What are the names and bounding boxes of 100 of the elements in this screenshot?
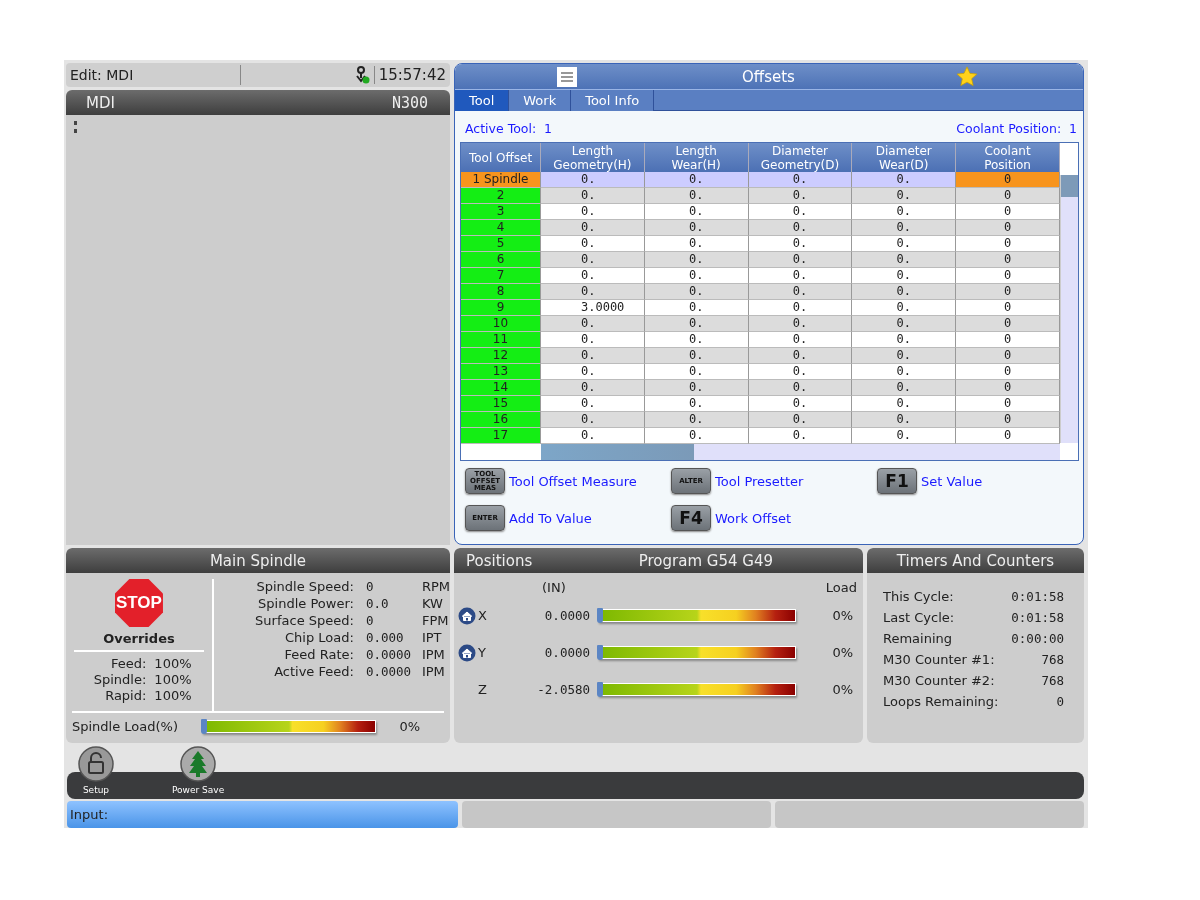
timer-value: 768 [1041, 673, 1064, 690]
axis-label: Y [478, 645, 487, 660]
timer-value: 0:01:58 [1011, 589, 1064, 606]
table-row[interactable]: 16 0. 0. 0. 0. 0 [461, 412, 1060, 429]
table-cell: 0. [644, 412, 749, 429]
cursor-icon [74, 121, 80, 133]
active-tool: Active Tool: 1 [465, 121, 553, 136]
table-row[interactable]: 7 0. 0. 0. 0. 0 [461, 268, 1060, 285]
timer-value: 0:01:58 [1011, 610, 1064, 627]
star-icon[interactable] [956, 65, 978, 88]
table-cell: 0 [956, 268, 1060, 285]
table-cell: 0. [644, 268, 749, 285]
table-cell: 0. [644, 396, 749, 413]
table-cell: 0 [956, 220, 1060, 237]
table-row[interactable]: 3 0. 0. 0. 0. 0 [461, 204, 1060, 221]
table-row[interactable]: 6 0. 0. 0. 0. 0 [461, 252, 1060, 269]
table-row[interactable]: 9 3.0000 0. 0. 0. 0 [461, 300, 1060, 317]
menu-icon[interactable] [557, 66, 577, 87]
reading-label: Chip Load: [284, 630, 354, 647]
table-cell: 0. [644, 364, 749, 381]
reading-label: Spindle Power: [257, 596, 354, 613]
column-header: Length Wear(H) [644, 143, 749, 173]
keyboard-key[interactable]: F4 [671, 505, 711, 531]
table-row[interactable]: 12 0. 0. 0. 0. 0 [461, 348, 1060, 365]
padlock-icon[interactable] [78, 746, 114, 782]
table-cell: 0. [748, 316, 853, 333]
table-row[interactable]: 1 Spindle 0. 0. 0. 0. 0 [461, 172, 1060, 189]
override-value: 100% [154, 656, 192, 672]
table-cell: 6 [461, 252, 541, 269]
override-label: Spindle: [92, 672, 147, 688]
table-cell: 0 [956, 412, 1060, 429]
table-cell: 0 [956, 300, 1060, 317]
timer-label: Last Cycle: [883, 610, 955, 627]
reading-label: Active Feed: [273, 664, 354, 681]
axis-position: 0.0000 [543, 608, 590, 623]
key-function-label: Tool Offset Measure [509, 473, 637, 489]
table-cell: 0. [852, 412, 957, 429]
table-cell: 3.0000 [541, 300, 645, 317]
table-cell: 10 [461, 316, 541, 333]
table-cell: 0 [956, 380, 1060, 397]
table-cell: 0. [852, 396, 957, 413]
edit-mode-label: Edit: MDI [69, 67, 135, 83]
table-cell: 0. [748, 348, 853, 365]
table-row[interactable]: 17 0. 0. 0. 0. 0 [461, 428, 1060, 445]
input-field[interactable]: Input: [67, 801, 458, 828]
vertical-scrollbar[interactable] [1060, 175, 1078, 443]
column-header: Coolant Position [956, 143, 1060, 173]
table-cell: 0. [852, 332, 957, 349]
table-cell: 0. [748, 428, 853, 445]
reading-unit: RPM [421, 579, 450, 596]
spindle-load-label: Spindle Load(%) [72, 719, 180, 734]
table-cell: 4 [461, 220, 541, 237]
reading-label: Feed Rate: [283, 647, 354, 664]
table-row[interactable]: 5 0. 0. 0. 0. 0 [461, 236, 1060, 253]
table-row[interactable]: 15 0. 0. 0. 0. 0 [461, 396, 1060, 413]
table-row[interactable]: 10 0. 0. 0. 0. 0 [461, 316, 1060, 333]
tab[interactable]: Tool [455, 90, 510, 111]
keyboard-key[interactable]: F1 [877, 468, 917, 494]
coolant-position: Coolant Position: 1 [956, 121, 1077, 136]
table-cell: 0. [852, 172, 957, 189]
horizontal-scrollbar[interactable] [541, 444, 1060, 460]
table-row[interactable]: 13 0. 0. 0. 0. 0 [461, 364, 1060, 381]
table-cell: 0. [748, 220, 853, 237]
table-cell: 0. [644, 300, 749, 317]
table-cell: 0. [852, 268, 957, 285]
table-cell: 3 [461, 204, 541, 221]
table-cell: 0. [644, 428, 749, 445]
overrides-title: Overrides [74, 631, 204, 652]
table-cell: 0 [956, 364, 1060, 381]
table-cell: 0. [644, 204, 749, 221]
block-number: N300 [391, 93, 428, 112]
table-cell: 13 [461, 364, 541, 381]
table-cell: 0. [852, 300, 957, 317]
reading-value: 0.0 [365, 596, 390, 613]
table-cell: 0 [956, 204, 1060, 221]
tree-icon[interactable] [180, 746, 217, 782]
table-cell: 0. [644, 284, 749, 301]
reading-label: Surface Speed: [254, 613, 354, 630]
reading-unit: IPM [421, 664, 445, 681]
override-value: 100% [154, 672, 192, 688]
table-cell: 0 [956, 396, 1060, 413]
table-cell: 0. [541, 428, 645, 445]
axis-label: Z [478, 682, 488, 697]
table-cell: 0. [541, 316, 645, 333]
table-row[interactable]: 4 0. 0. 0. 0. 0 [461, 220, 1060, 237]
table-row[interactable]: 14 0. 0. 0. 0. 0 [461, 380, 1060, 397]
table-cell: 0. [748, 284, 853, 301]
axis-position: -2.0580 [536, 682, 590, 697]
table-cell: 0. [748, 252, 853, 269]
table-row[interactable]: 11 0. 0. 0. 0. 0 [461, 332, 1060, 349]
table-cell: 0. [644, 252, 749, 269]
program-title: Program G54 G49 [638, 551, 773, 570]
table-cell: 0. [852, 364, 957, 381]
table-row[interactable]: 8 0. 0. 0. 0. 0 [461, 284, 1060, 301]
table-cell: 9 [461, 300, 541, 317]
table-cell: 0 [956, 252, 1060, 269]
table-cell: 0. [541, 396, 645, 413]
table-row[interactable]: 2 0. 0. 0. 0. 0 [461, 188, 1060, 205]
override-label: Rapid: [104, 688, 147, 704]
timer-label: M30 Counter #1: [883, 652, 995, 669]
